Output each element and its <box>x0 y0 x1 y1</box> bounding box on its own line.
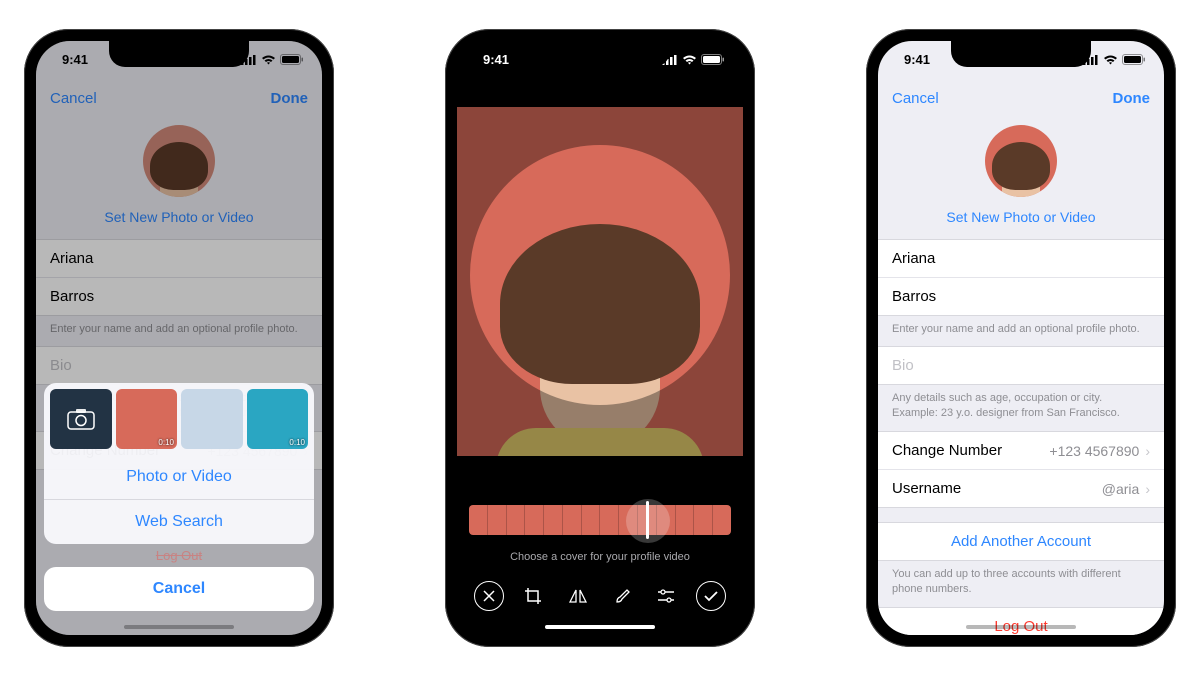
status-time: 9:41 <box>483 52 509 67</box>
home-indicator <box>124 625 234 629</box>
close-button[interactable] <box>474 581 504 611</box>
photo-or-video-option[interactable]: Photo or Video <box>44 455 314 499</box>
video-scrubber[interactable] <box>469 505 731 535</box>
chevron-right-icon: › <box>1145 443 1150 459</box>
status-time: 9:41 <box>904 52 930 67</box>
battery-icon <box>280 54 304 65</box>
battery-icon <box>1122 54 1146 65</box>
scrubber-playhead[interactable] <box>646 501 649 539</box>
flip-icon[interactable] <box>563 581 593 611</box>
confirm-button[interactable] <box>696 581 726 611</box>
phone-mockup-2: 9:41 Choose a cover for your profile vid… <box>445 29 755 647</box>
wifi-icon <box>261 54 276 65</box>
cover-hint: Choose a cover for your profile video <box>457 551 743 563</box>
cancel-button[interactable]: Cancel <box>892 90 939 107</box>
first-name-field[interactable]: Ariana <box>878 240 1164 278</box>
add-account-button[interactable]: Add Another Account <box>878 523 1164 560</box>
name-hint: Enter your name and add an optional prof… <box>878 316 1164 347</box>
logout-obscured: Log Out <box>44 548 314 563</box>
action-sheet-overlay[interactable]: 0:10 0:10 Photo or Video Web Search Log … <box>36 41 322 635</box>
crop-circle[interactable] <box>470 145 730 405</box>
status-time: 9:41 <box>62 52 88 67</box>
home-indicator <box>966 625 1076 629</box>
nav-bar: Cancel Done <box>878 79 1164 119</box>
notch <box>951 41 1091 67</box>
media-thumb[interactable]: 0:10 <box>247 389 309 449</box>
battery-icon <box>701 54 725 65</box>
camera-icon <box>67 408 95 430</box>
editor-toolbar <box>457 581 743 611</box>
crop-icon[interactable] <box>518 581 548 611</box>
video-preview[interactable] <box>457 79 743 485</box>
camera-thumb[interactable] <box>50 389 112 449</box>
media-thumb[interactable]: 0:10 <box>116 389 178 449</box>
notch <box>109 41 249 67</box>
home-indicator <box>545 625 655 629</box>
add-account-hint: You can add up to three accounts with di… <box>878 561 1164 607</box>
brush-icon[interactable] <box>607 581 637 611</box>
done-button[interactable]: Done <box>1113 90 1151 107</box>
chevron-right-icon: › <box>1145 481 1150 497</box>
last-name-field[interactable]: Barros <box>878 278 1164 315</box>
notch <box>530 41 670 67</box>
set-photo-link[interactable]: Set New Photo or Video <box>946 209 1095 225</box>
phone-mockup-3: 9:41 Cancel Done Set New Photo or Video … <box>866 29 1176 647</box>
web-search-option[interactable]: Web Search <box>44 499 314 544</box>
change-number-row[interactable]: Change Number +123 4567890› <box>878 432 1164 470</box>
username-row[interactable]: Username @aria› <box>878 470 1164 507</box>
wifi-icon <box>682 54 697 65</box>
profile-avatar[interactable] <box>985 125 1057 197</box>
logout-button[interactable]: Log Out <box>878 608 1164 635</box>
sheet-cancel-button[interactable]: Cancel <box>44 567 314 611</box>
action-sheet: 0:10 0:10 Photo or Video Web Search <box>44 383 314 544</box>
photo-thumbnails: 0:10 0:10 <box>44 383 314 455</box>
adjust-icon[interactable] <box>651 581 681 611</box>
bio-field[interactable]: Bio <box>878 347 1164 384</box>
media-thumb[interactable] <box>181 389 243 449</box>
phone-mockup-1: 9:41 Cancel Done Set New Photo or Video … <box>24 29 334 647</box>
wifi-icon <box>1103 54 1118 65</box>
bio-hint: Any details such as age, occupation or c… <box>878 385 1164 431</box>
